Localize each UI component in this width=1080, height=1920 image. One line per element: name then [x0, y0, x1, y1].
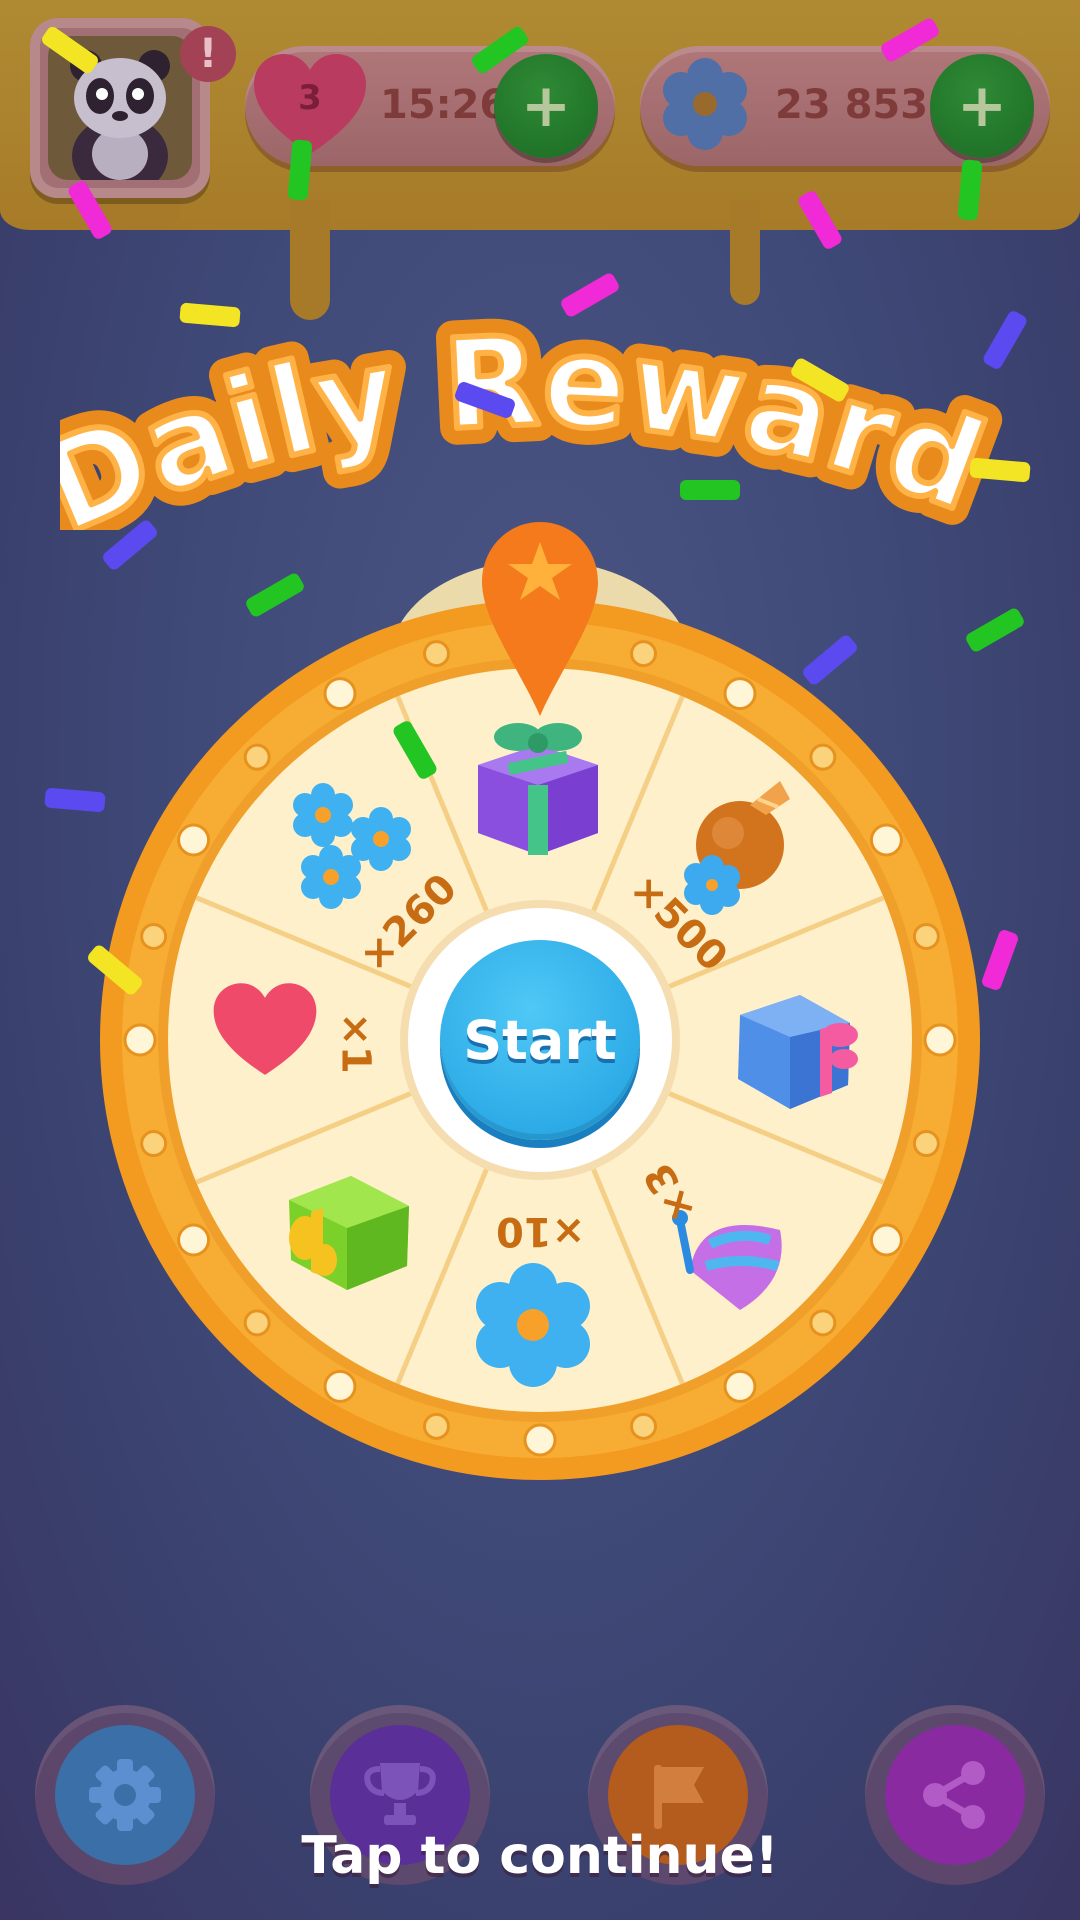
- honey-drip: [100, 200, 180, 230]
- confetti-piece: [980, 928, 1020, 992]
- umbrella-icon: [672, 1210, 782, 1310]
- share-icon: [923, 1761, 985, 1829]
- rim-light: [243, 743, 271, 771]
- rim-light: [177, 823, 211, 857]
- blue-gift-icon: [738, 995, 858, 1109]
- add-coins-button[interactable]: +: [930, 54, 1034, 158]
- wheel-pointer: [480, 520, 600, 720]
- rim-light: [723, 677, 757, 711]
- rim-light: [422, 640, 450, 668]
- rim-light: [523, 1423, 557, 1457]
- heart-icon: [213, 983, 317, 1075]
- gear-icon: [89, 1759, 161, 1831]
- confetti-piece: [680, 480, 740, 500]
- lives-count: 3: [298, 78, 322, 118]
- segment-umbrella: [670, 1200, 800, 1324]
- segment-blue-gift: [720, 975, 870, 1129]
- rim-light: [323, 1369, 357, 1403]
- add-lives-button[interactable]: +: [494, 54, 598, 158]
- start-label: Start: [463, 1008, 617, 1072]
- rim-light: [723, 1369, 757, 1403]
- rim-light: [912, 1130, 940, 1158]
- rim-light: [140, 922, 168, 950]
- confetti-piece: [44, 787, 106, 813]
- start-button[interactable]: Start: [440, 940, 640, 1140]
- rim-light: [869, 1223, 903, 1257]
- rim-light: [869, 823, 903, 857]
- svg-text:Daily Reward!: Daily Reward!: [60, 290, 1002, 530]
- segment-green-gift: [275, 1150, 425, 1304]
- segment-purple-gift: [468, 715, 608, 864]
- segment-flower-coin: [468, 1260, 598, 1394]
- flower-coin-icon: [476, 1263, 590, 1387]
- rim-light: [912, 922, 940, 950]
- rim-light: [177, 1223, 211, 1257]
- rim-light: [243, 1309, 271, 1337]
- rim-light: [923, 1023, 957, 1057]
- rim-light: [140, 1130, 168, 1158]
- alert-badge: !: [180, 26, 236, 82]
- green-gift-icon: [289, 1176, 409, 1290]
- page-title: Daily Reward! Daily Reward!: [5, 159, 1020, 579]
- segment-label: ×10: [496, 1208, 586, 1254]
- rim-light: [323, 677, 357, 711]
- rim-light: [630, 1412, 658, 1440]
- flower-coin-icon: [655, 48, 755, 158]
- rim-light: [809, 743, 837, 771]
- lives-timer: 15:26: [380, 82, 508, 128]
- rim-light: [630, 640, 658, 668]
- rim-light: [809, 1309, 837, 1337]
- rim-light: [422, 1412, 450, 1440]
- tap-to-continue[interactable]: Tap to continue!: [0, 1826, 1080, 1886]
- purple-gift-icon: [478, 723, 598, 855]
- rim-light: [123, 1023, 157, 1057]
- reward-wheel[interactable]: ×500 ×3 ×10 ×1 ×260 Start: [100, 520, 980, 1480]
- coins-amount: 23 853: [775, 82, 929, 128]
- segment-label: ×1: [332, 1012, 379, 1074]
- segment-heart: [210, 975, 320, 1089]
- trophy-icon: [364, 1763, 436, 1825]
- flag-icon: [654, 1765, 704, 1829]
